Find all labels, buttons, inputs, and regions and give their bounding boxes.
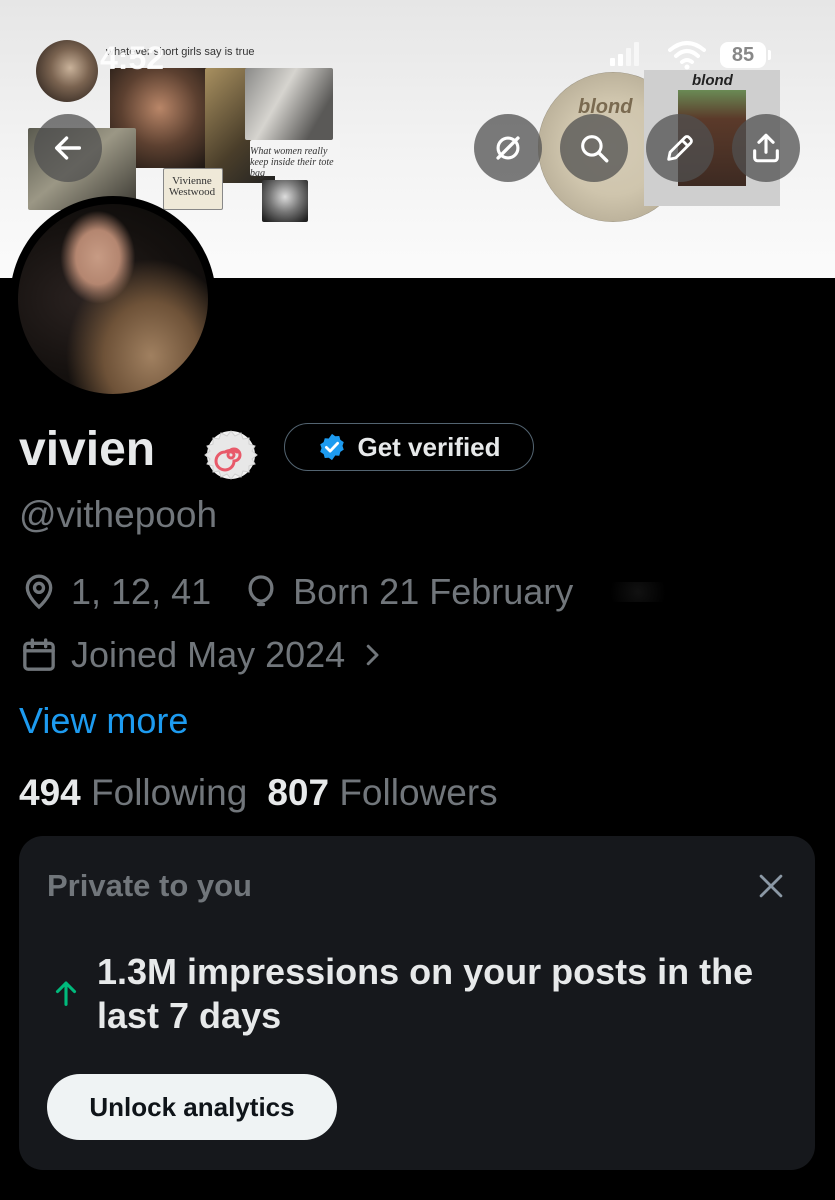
close-icon <box>759 874 783 898</box>
edit-profile-button[interactable] <box>646 114 714 182</box>
card-title: Private to you <box>47 868 252 903</box>
status-time: 4:52 <box>100 40 165 76</box>
username-handle: @vithepooh <box>19 494 218 535</box>
search-icon <box>581 135 609 163</box>
follow-stats: 494 Following 807 Followers <box>19 772 498 814</box>
following-count: 494 <box>19 772 81 813</box>
avatar-photo <box>18 204 208 394</box>
cellular-signal-icon <box>610 42 639 66</box>
grok-icon <box>496 136 520 160</box>
share-button[interactable] <box>732 114 800 182</box>
close-card-button[interactable] <box>747 862 795 910</box>
profile-meta-row: 1, 12, 41 Born 21 February <box>19 571 684 613</box>
banner-caption-women: What women really keep inside their tote… <box>250 146 334 179</box>
battery-indicator: 85 <box>720 42 766 68</box>
arrow-up-icon <box>55 981 77 1006</box>
followers-stat[interactable]: 807 Followers <box>267 772 497 814</box>
view-more-link[interactable]: View more <box>19 700 188 742</box>
followers-label: Followers <box>339 772 498 813</box>
unlock-analytics-button[interactable]: Unlock analytics <box>47 1074 337 1140</box>
following-label: Following <box>91 772 248 813</box>
joined-row[interactable]: Joined May 2024 <box>19 634 387 676</box>
impressions-text: 1.3M impressions on your posts in the la… <box>97 951 754 1036</box>
grok-button[interactable] <box>474 114 542 182</box>
location-pin-icon <box>25 574 53 610</box>
narutomaki-badge-icon <box>204 430 258 480</box>
avatar[interactable] <box>10 196 216 402</box>
pencil-icon <box>667 135 693 161</box>
display-name: vivien <box>19 423 156 476</box>
following-stat[interactable]: 494 Following <box>19 772 247 814</box>
redacted-scribble <box>593 582 684 602</box>
search-button[interactable] <box>560 114 628 182</box>
calendar-icon <box>23 638 55 671</box>
battery-tip <box>768 50 771 60</box>
arrow-left-icon <box>54 136 82 160</box>
get-verified-button[interactable]: Get verified <box>284 423 534 471</box>
get-verified-label: Get verified <box>357 431 501 462</box>
back-button[interactable] <box>34 114 102 182</box>
joined-text: Joined May 2024 <box>71 634 346 675</box>
chevron-right-icon <box>366 644 379 666</box>
location-text: 1, 12, 41 <box>71 571 212 612</box>
banner-album-text-cover: blond <box>692 72 733 89</box>
banner-photo-portrait <box>36 40 98 102</box>
birthday-text: Born 21 February <box>293 571 574 612</box>
banner-caption-brand: Vivienne Westwood <box>168 175 216 198</box>
private-analytics-card: Private to you 1.3M impressions on your … <box>19 836 815 1170</box>
share-icon <box>753 133 779 163</box>
banner-photo-kafka <box>262 180 308 222</box>
verified-badge-icon <box>320 433 345 461</box>
followers-count: 807 <box>267 772 330 813</box>
balloon-icon <box>248 575 274 607</box>
wifi-icon <box>668 41 706 70</box>
banner-photo-group <box>245 68 333 140</box>
